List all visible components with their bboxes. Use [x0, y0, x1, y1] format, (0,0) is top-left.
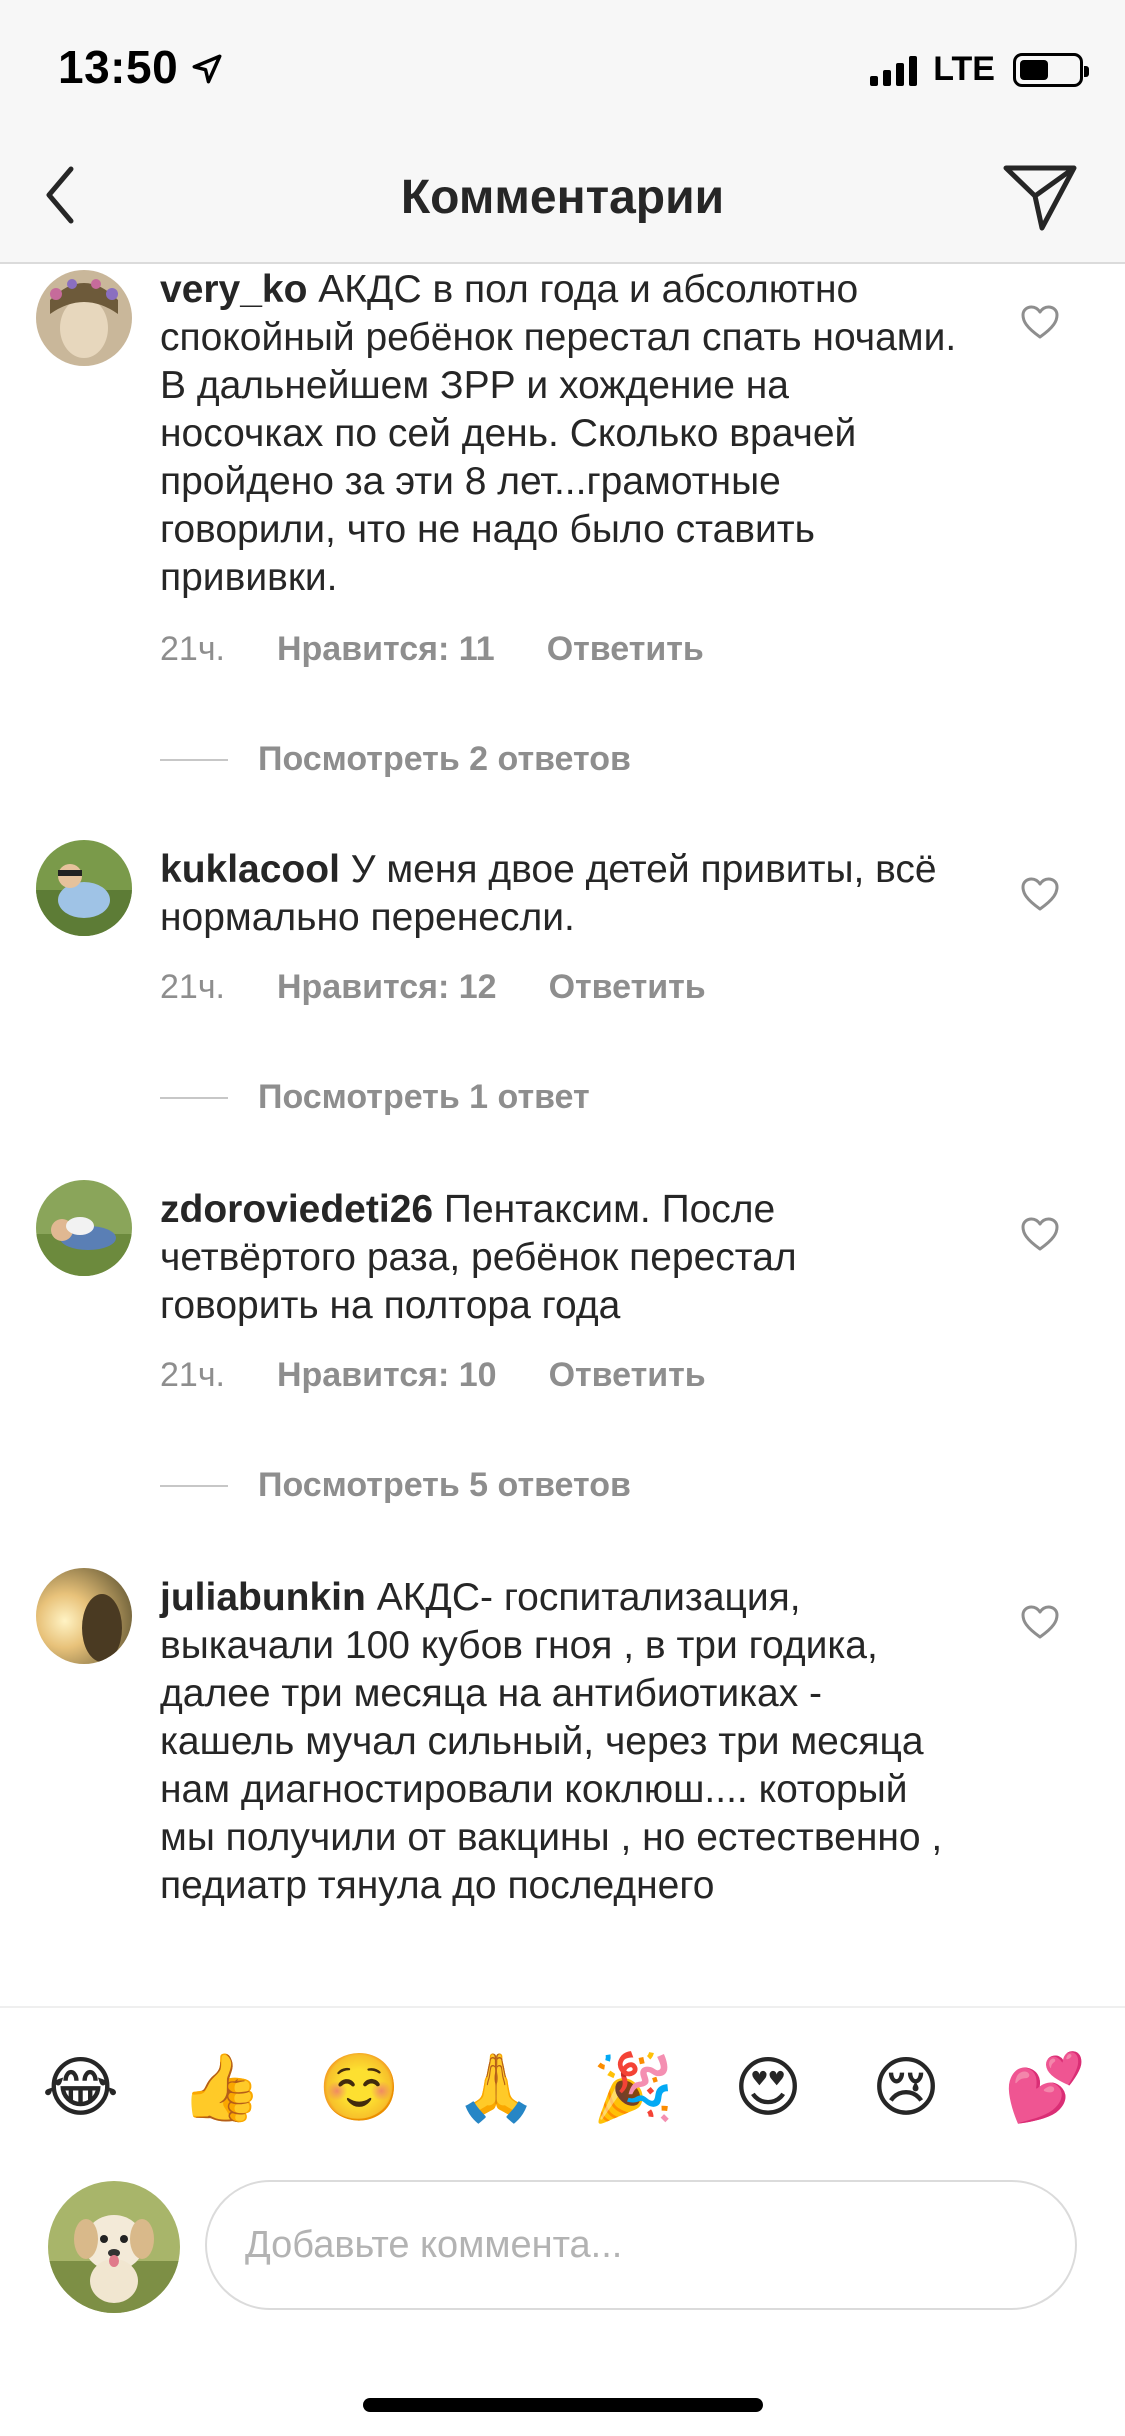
heart-icon[interactable] [1020, 304, 1060, 340]
comment-text: kuklacool У меня двое детей привиты, всё… [160, 846, 960, 942]
emoji-laughing-icon[interactable]: 😂 [42, 2050, 119, 2126]
emoji-heart-eyes-icon[interactable]: 😍 [730, 2050, 806, 2126]
divider [160, 1484, 228, 1487]
avatar [48, 2181, 180, 2313]
view-replies-button[interactable]: Посмотреть 5 ответов [160, 1466, 631, 1505]
status-time: 13:50 [58, 41, 179, 93]
comment-meta: 21ч. Нравится: 11 Ответить [160, 630, 704, 669]
send-icon [1003, 165, 1077, 231]
comment-input-wrapper [205, 2180, 1077, 2310]
comment-content: АКДС в пол года и абсолютно спокойный ре… [160, 268, 957, 599]
comment-time: 21ч. [160, 1356, 225, 1394]
battery-icon [1013, 52, 1089, 87]
comment-text: zdoroviedeti26 Пентаксим. После четвёрто… [160, 1186, 960, 1330]
view-replies-label: Посмотреть 2 ответов [258, 740, 631, 778]
network-label: LTE [933, 50, 995, 88]
view-replies-label: Посмотреть 5 ответов [258, 1466, 631, 1504]
emoji-reaction-bar: 😂 👍 ☺️ 🙏 🎉 😍 😢 💕 [0, 2006, 1125, 2166]
comment-text: juliabunkin АКДС- госпитализация, выкача… [160, 1574, 960, 1910]
avatar[interactable] [36, 270, 132, 366]
emoji-folded-hands-icon[interactable]: 🙏 [455, 2050, 537, 2126]
comment-time: 21ч. [160, 630, 225, 668]
comment-username[interactable]: very_ko [160, 268, 307, 311]
heart-icon[interactable] [1020, 876, 1060, 912]
emoji-smiling-icon[interactable]: ☺️ [318, 2050, 400, 2126]
view-replies-button[interactable]: Посмотреть 2 ответов [160, 740, 631, 779]
view-replies-label: Посмотреть 1 ответ [258, 1078, 590, 1116]
heart-icon[interactable] [1020, 1216, 1060, 1252]
avatar[interactable] [36, 1180, 132, 1276]
comment-likes[interactable]: Нравится: 12 [277, 968, 497, 1007]
signal-icon [870, 54, 918, 86]
reply-button[interactable]: Ответить [549, 968, 706, 1007]
comment-username[interactable]: juliabunkin [160, 1576, 366, 1619]
home-indicator[interactable] [363, 2398, 763, 2412]
emoji-crying-icon[interactable]: 😢 [868, 2050, 944, 2126]
comment-text: very_ko АКДС в пол года и абсолютно спок… [160, 266, 960, 602]
comment-meta: 21ч. Нравится: 12 Ответить [160, 968, 706, 1007]
emoji-thumbs-up-icon[interactable]: 👍 [180, 2050, 262, 2126]
comment-input[interactable] [207, 2182, 1075, 2308]
nav-header: Комментарии [0, 130, 1125, 264]
reply-button[interactable]: Ответить [549, 1356, 706, 1395]
avatar[interactable] [36, 1568, 132, 1664]
view-replies-button[interactable]: Посмотреть 1 ответ [160, 1078, 590, 1117]
comment-username[interactable]: zdoroviedeti26 [160, 1188, 433, 1231]
comment-content: АКДС- госпитализация, выкачали 100 кубов… [160, 1576, 943, 1907]
share-button[interactable] [995, 152, 1085, 242]
comments-list[interactable]: very_ko АКДС в пол года и абсолютно спок… [0, 266, 1125, 2006]
emoji-party-popper-icon[interactable]: 🎉 [592, 2050, 674, 2126]
avatar[interactable] [36, 840, 132, 936]
comment-username[interactable]: kuklacool [160, 848, 340, 891]
comment-meta: 21ч. Нравится: 10 Ответить [160, 1356, 706, 1395]
comment-composer [0, 2166, 1125, 2316]
emoji-two-hearts-icon[interactable]: 💕 [1004, 2050, 1086, 2126]
divider [160, 1096, 228, 1099]
status-bar: 13:50 LTE [0, 0, 1125, 130]
comment-likes[interactable]: Нравится: 10 [277, 1356, 497, 1395]
location-arrow-icon [192, 54, 222, 84]
comment-likes[interactable]: Нравится: 11 [277, 630, 495, 669]
divider [160, 758, 228, 761]
reply-button[interactable]: Ответить [547, 630, 704, 669]
heart-icon[interactable] [1020, 1604, 1060, 1640]
page-title: Комментарии [400, 171, 725, 224]
comment-time: 21ч. [160, 968, 225, 1006]
